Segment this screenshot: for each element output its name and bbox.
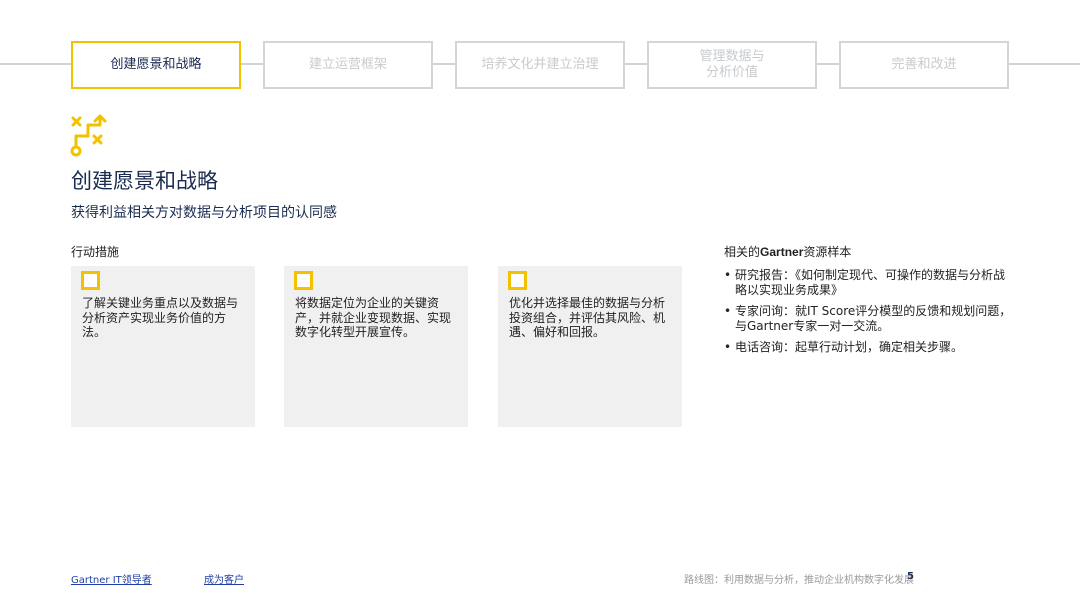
- action-card-text: 了解关键业务重点以及数据与分析资产实现业务价值的方法。: [82, 296, 239, 339]
- footer-link-it-leaders[interactable]: Gartner IT领导者: [71, 571, 152, 586]
- strategy-icon: [70, 114, 107, 157]
- resource-item-text: 专家问询：就IT Score评分模型的反馈和规划问题，与Gartner专家一对一…: [735, 304, 1012, 333]
- resource-item: • 电话咨询：起草行动计划，确定相关步骤。: [724, 340, 1014, 355]
- bullet: •: [724, 304, 732, 318]
- resources-title: 相关的Gartner资源样本: [724, 243, 851, 260]
- resources-title-brand: Gartner: [760, 245, 804, 259]
- page-number: 5: [907, 571, 914, 582]
- timeline-step-label: 创建愿景和战略: [110, 57, 202, 72]
- resource-item-text: 研究报告：《如何制定现代、可操作的数据与分析战略以实现业务成果》: [735, 268, 1006, 297]
- bullet: •: [724, 340, 732, 354]
- resources-title-suffix: 资源样本: [803, 245, 852, 259]
- timeline-step-culture-governance[interactable]: 培养文化并建立治理: [455, 41, 625, 89]
- timeline-step-data-value[interactable]: 管理数据与 分析价值: [647, 41, 817, 89]
- timeline-step-label: 管理数据与 分析价值: [699, 49, 765, 80]
- timeline-step-label: 建立运营框架: [308, 57, 387, 72]
- timeline-step-label: 完善和改进: [891, 57, 957, 72]
- footer-link-become-client[interactable]: 成为客户: [204, 571, 244, 586]
- actions-section-label: 行动措施: [71, 245, 120, 259]
- resource-item: • 专家问询：就IT Score评分模型的反馈和规划问题，与Gartner专家一…: [724, 304, 1014, 333]
- bullet: •: [724, 268, 732, 282]
- action-card-text: 优化并选择最佳的数据与分析投资组合，并评估其风险、机遇、偏好和回报。: [509, 296, 666, 339]
- action-card-text: 将数据定位为企业的关键资产，并就企业变现数据、实现数字化转型开展宣传。: [295, 296, 452, 339]
- action-card: 将数据定位为企业的关键资产，并就企业变现数据、实现数字化转型开展宣传。: [284, 266, 468, 427]
- checkbox-icon: [508, 271, 527, 290]
- action-card: 了解关键业务重点以及数据与分析资产实现业务价值的方法。: [71, 266, 255, 427]
- resources-list: • 研究报告：《如何制定现代、可操作的数据与分析战略以实现业务成果》 • 专家问…: [724, 268, 1014, 362]
- action-card: 优化并选择最佳的数据与分析投资组合，并评估其风险、机遇、偏好和回报。: [498, 266, 682, 427]
- resource-item-text: 电话咨询：起草行动计划，确定相关步骤。: [735, 340, 964, 354]
- page-subtitle: 获得利益相关方对数据与分析项目的认同感: [71, 205, 337, 221]
- checkbox-icon: [294, 271, 313, 290]
- timeline-step-vision[interactable]: 创建愿景和战略: [71, 41, 241, 89]
- resources-title-prefix: 相关的: [724, 245, 761, 259]
- resource-item: • 研究报告：《如何制定现代、可操作的数据与分析战略以实现业务成果》: [724, 268, 1014, 297]
- timeline-step-operating-framework[interactable]: 建立运营框架: [263, 41, 433, 89]
- page-title: 创建愿景和战略: [71, 169, 218, 193]
- timeline-step-improve[interactable]: 完善和改进: [839, 41, 1009, 89]
- footer-note: 路线图：利用数据与分析，推动企业机构数字化发展: [684, 575, 914, 586]
- checkbox-icon: [81, 271, 100, 290]
- timeline-step-label: 培养文化并建立治理: [481, 57, 599, 72]
